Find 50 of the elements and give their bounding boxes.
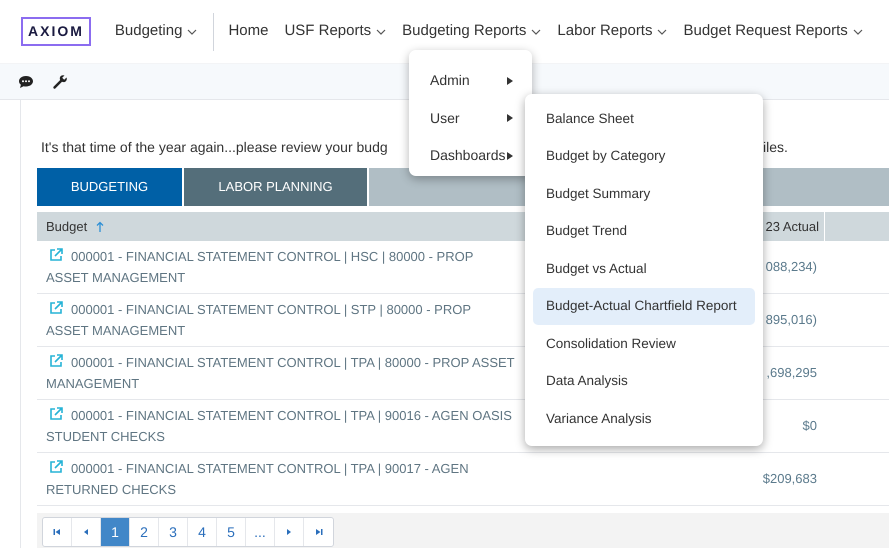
external-link-icon: [49, 301, 63, 315]
amount-cell-text: ,698,295: [766, 364, 817, 382]
menu-item[interactable]: Data Analysis: [533, 362, 755, 400]
logo[interactable]: AXIOM: [21, 17, 91, 46]
menu-item[interactable]: Consolidation Review: [533, 325, 755, 362]
first-page-icon: [52, 527, 62, 537]
nav-menu[interactable]: Budgeting Reports: [402, 20, 542, 43]
wrench-icon[interactable]: [52, 74, 68, 90]
budget-link[interactable]: 000001 - FINANCIAL STATEMENT CONTROL | HSC | 80000 - PROP ASSET MANAGEMENT: [46, 246, 516, 288]
amount-cell-text: 088,234): [766, 258, 817, 276]
column-header[interactable]: 23 Actual: [766, 216, 819, 236]
page-button[interactable]: 3: [159, 518, 188, 546]
menu-item[interactable]: Admin: [409, 62, 519, 100]
chat-icon[interactable]: [18, 74, 34, 88]
external-link-icon: [49, 407, 63, 421]
budget-link[interactable]: 000001 - FINANCIAL STATEMENT CONTROL | TPA | 90016 - AGEN OASIS STUDENT CHECKS: [46, 405, 516, 447]
menu-item[interactable]: Budget Summary: [533, 175, 755, 212]
menu-item[interactable]: Budget Trend: [533, 212, 755, 250]
last-page-icon: [314, 527, 324, 537]
budget-link[interactable]: 000001 - FINANCIAL STATEMENT CONTROL | TPA | 90017 - AGEN RETURNED CHECKS: [46, 458, 516, 500]
menu-item[interactable]: Variance Analysis: [533, 400, 755, 438]
tab[interactable]: LABOR PLANNING: [184, 168, 367, 206]
amount-cell-text: $0: [802, 417, 817, 436]
nav-menu[interactable]: USF Reports: [284, 20, 386, 43]
tab[interactable]: BUDGETING: [37, 168, 182, 206]
menu-item[interactable]: Balance Sheet: [533, 100, 755, 138]
page-button[interactable]: ...: [246, 518, 275, 546]
nav-menu[interactable]: Labor Reports: [557, 20, 668, 43]
amount-cell-text: $209,683: [762, 470, 817, 488]
budget-link[interactable]: 000001 - FINANCIAL STATEMENT CONTROL | STP | 80000 - PROP ASSET MANAGEMENT: [46, 299, 516, 341]
menu-item[interactable]: Budget vs Actual: [533, 250, 755, 288]
menu-item[interactable]: Budget by Category: [533, 138, 755, 175]
column-header[interactable]: Budget: [46, 216, 88, 236]
page-button[interactable]: 5: [217, 518, 246, 546]
budget-link[interactable]: 000001 - FINANCIAL STATEMENT CONTROL | TPA | 80000 - PROP ASSET MANAGEMENT: [46, 352, 516, 394]
external-link-icon: [49, 460, 63, 474]
amount-cell-text: 895,016): [766, 311, 817, 330]
menu-item[interactable]: Budget-Actual Chartfield Report: [533, 288, 755, 325]
message-text: It's that time of the year again...please review your budg: [41, 138, 388, 154]
menu-item[interactable]: Dashboards: [409, 137, 519, 174]
page-button[interactable]: 4: [188, 518, 217, 546]
nav-menu[interactable]: Budgeting: [114, 20, 198, 43]
external-link-icon: [49, 248, 63, 262]
page-button[interactable]: 2: [130, 518, 159, 546]
message-text: iles.: [763, 138, 788, 154]
external-link-icon: [49, 354, 63, 368]
menu-item[interactable]: User: [409, 100, 519, 137]
page-button[interactable]: 1: [101, 518, 130, 546]
nav-menu[interactable]: Home: [228, 20, 268, 43]
nav-menu[interactable]: Budget Request Reports: [683, 20, 863, 43]
